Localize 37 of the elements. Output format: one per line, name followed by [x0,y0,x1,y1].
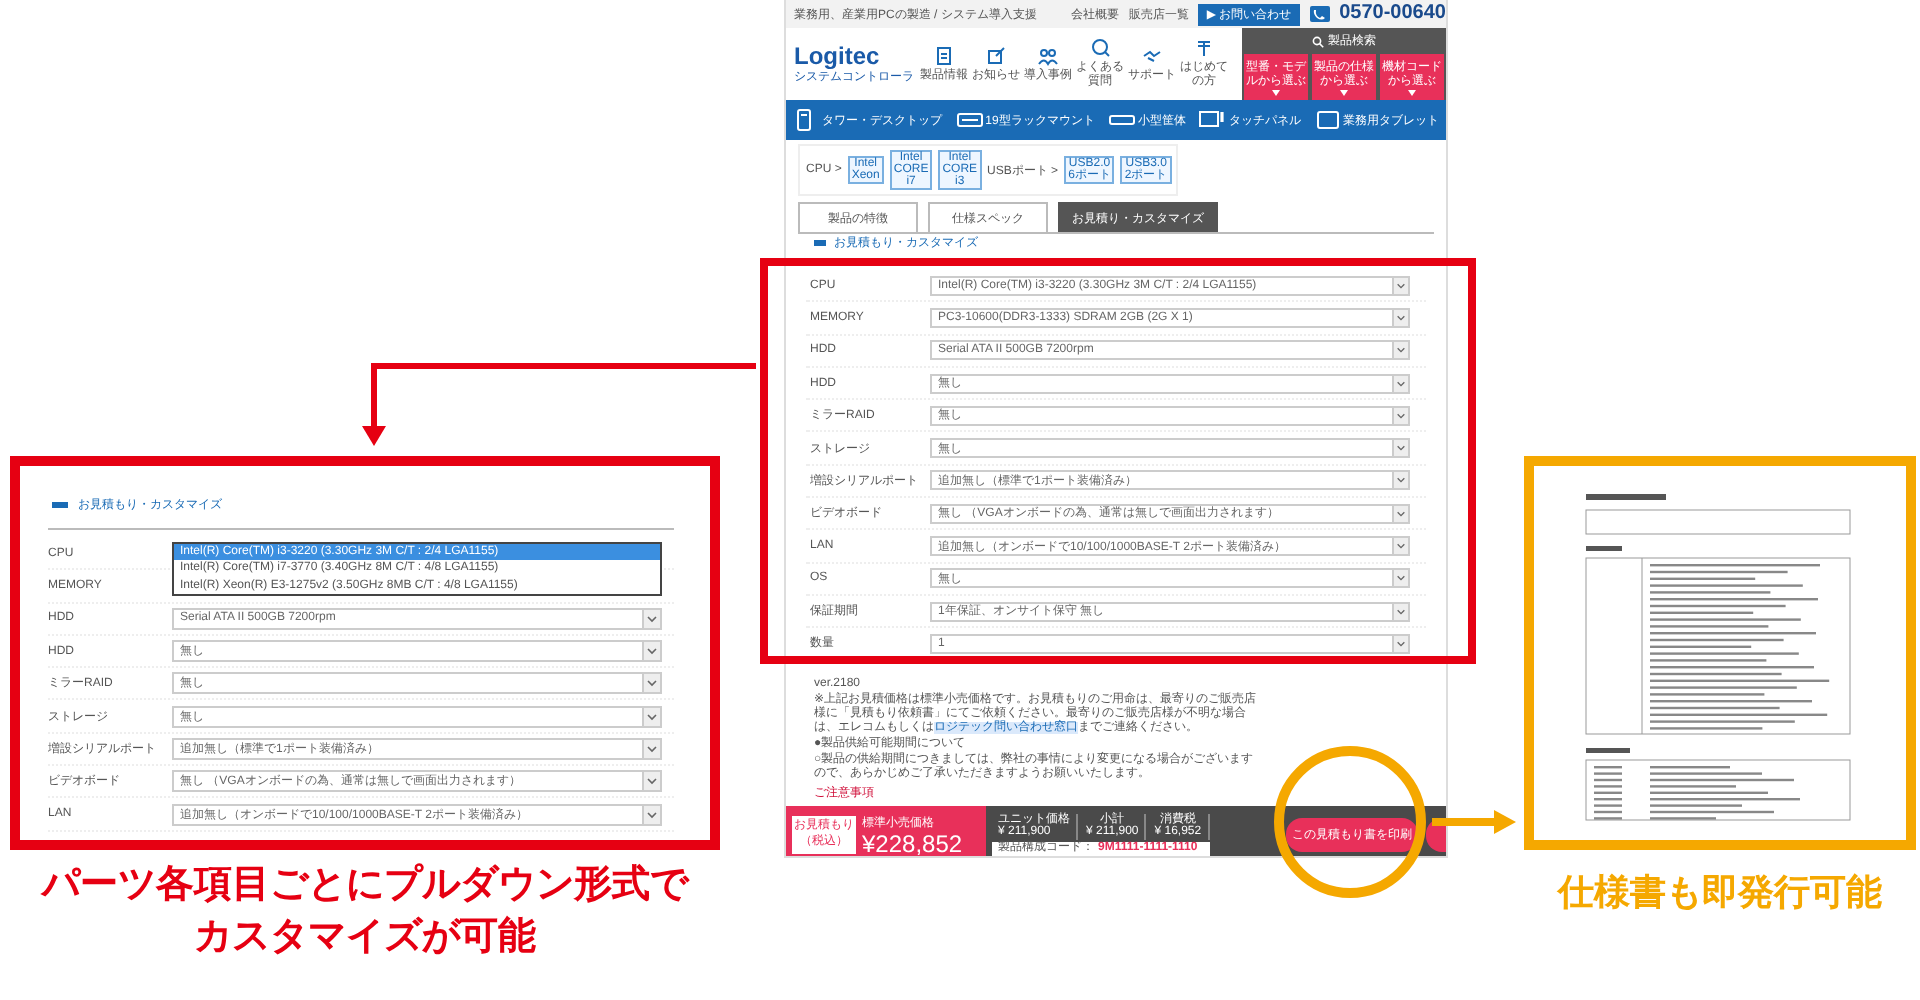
pointer-arrow [1432,810,1516,834]
chevron-down-icon [1392,440,1408,457]
chevron-down-icon [1392,570,1408,587]
chevron-down-icon [1392,309,1408,326]
edit-icon [986,45,1006,66]
chevron-down-icon [642,707,660,726]
chevron-down-icon [1392,635,1408,652]
document-icon [934,45,954,66]
caption-text: 仕様書も即発行可能 [1555,870,1884,916]
price-total: ¥228,852 [862,832,963,856]
chevron-down-icon [1392,603,1408,620]
section-marker-icon [52,502,68,508]
people-icon [1038,45,1058,66]
search-icon [1312,35,1324,47]
chevron-down-icon [1392,538,1408,555]
question-icon [1090,38,1110,59]
section-marker-icon [814,240,826,246]
caption-text: パーツ各項目ごとにプルダウン形式で [42,861,688,910]
chevron-down-icon [1392,472,1408,489]
tablet-icon [1313,108,1342,132]
chevron-down-icon [642,739,660,758]
rack-server-icon [955,108,984,132]
chevron-down-icon [1392,407,1408,424]
chevron-down-icon [642,642,660,661]
logo[interactable]: Logitec [794,43,880,67]
chevron-down-icon [642,609,660,628]
chevron-down-icon [1392,277,1408,294]
chevron-down-icon [642,805,660,824]
phone-number: 0570-00640 [1339,4,1446,24]
touch-monitor-icon [1198,108,1227,132]
chevron-down-icon [1392,342,1408,359]
phone-icon [1309,6,1330,22]
chevron-down-icon [1392,375,1408,392]
chevron-down-icon [642,674,660,693]
chevron-down-icon [1392,505,1408,522]
chevron-down-icon [642,772,660,791]
caption-text: カスタマイズが可能 [194,914,536,962]
